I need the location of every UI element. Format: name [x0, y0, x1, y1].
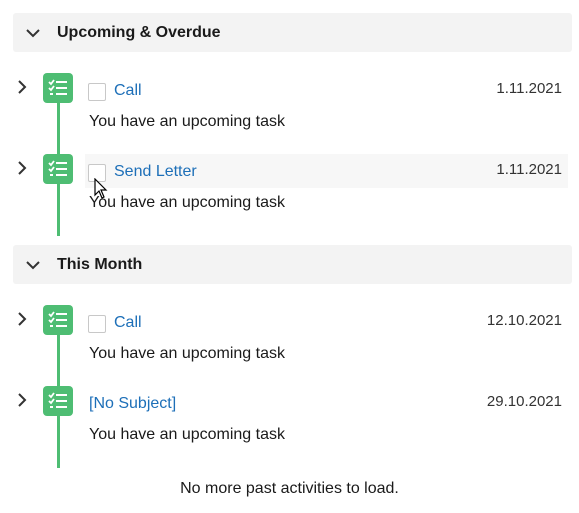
chevron-down-icon[interactable] — [22, 22, 44, 44]
activity-item: [No Subject] 29.10.2021 You have an upco… — [0, 386, 579, 468]
activity-subject-link[interactable]: [No Subject] — [89, 395, 176, 413]
chevron-down-icon[interactable] — [22, 254, 44, 276]
activity-description: You have an upcoming task — [89, 113, 285, 130]
activity-description: You have an upcoming task — [89, 345, 285, 362]
activity-subject-link[interactable]: Send Letter — [114, 163, 197, 181]
activity-description: You have an upcoming task — [89, 194, 285, 211]
activity-item: Send Letter 1.11.2021 You have an upcomi… — [0, 154, 579, 236]
section-header-this-month[interactable]: This Month — [13, 245, 572, 284]
chevron-right-icon[interactable] — [14, 392, 30, 408]
complete-checkbox[interactable] — [88, 315, 106, 333]
timeline-line — [57, 335, 60, 387]
chevron-right-icon[interactable] — [14, 79, 30, 95]
mouse-pointer-icon — [94, 178, 108, 199]
task-icon — [43, 386, 73, 416]
task-icon — [43, 305, 73, 335]
task-icon — [43, 73, 73, 103]
timeline-line — [57, 103, 60, 155]
activity-date: 29.10.2021 — [486, 393, 562, 410]
chevron-right-icon[interactable] — [14, 311, 30, 327]
activity-date: 1.11.2021 — [496, 161, 562, 178]
activity-subject-link[interactable]: Call — [114, 314, 142, 332]
timeline-line — [57, 416, 60, 468]
activity-description: You have an upcoming task — [89, 426, 285, 443]
activity-date: 12.10.2021 — [486, 312, 562, 329]
section-header-upcoming-overdue[interactable]: Upcoming & Overdue — [13, 13, 572, 52]
complete-checkbox[interactable] — [88, 83, 106, 101]
chevron-right-icon[interactable] — [14, 160, 30, 176]
no-more-activities-message: No more past activities to load. — [180, 480, 399, 497]
section-title: Upcoming & Overdue — [57, 23, 221, 41]
activity-subject-link[interactable]: Call — [114, 82, 142, 100]
section-title: This Month — [57, 255, 143, 273]
task-icon — [43, 154, 73, 184]
timeline-line — [57, 184, 60, 236]
activity-item: Call 12.10.2021 You have an upcoming tas… — [0, 305, 579, 387]
activity-date: 1.11.2021 — [496, 80, 562, 97]
activity-item: Call 1.11.2021 You have an upcoming task — [0, 73, 579, 155]
